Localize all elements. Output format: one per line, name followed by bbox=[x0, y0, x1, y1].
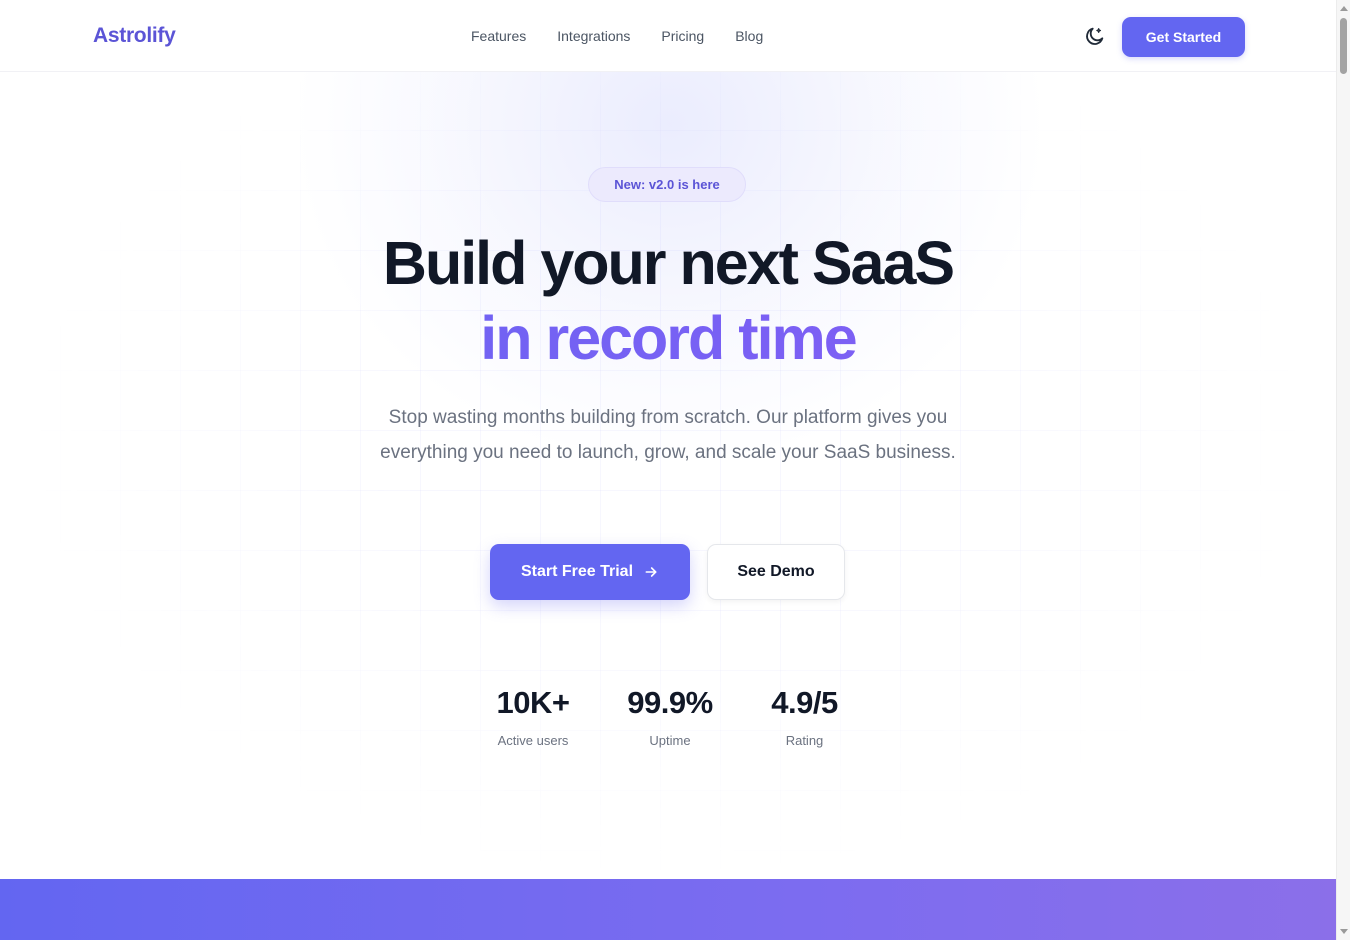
stat-label: Active users bbox=[497, 733, 569, 748]
next-section-band bbox=[0, 879, 1336, 940]
vertical-scrollbar[interactable] bbox=[1336, 0, 1350, 940]
see-demo-button[interactable]: See Demo bbox=[707, 544, 845, 600]
stat-value: 4.9/5 bbox=[771, 685, 838, 720]
stat-label: Rating bbox=[785, 733, 824, 748]
hero-title-line-2: in record time bbox=[0, 308, 1336, 369]
stat-value: 10K+ bbox=[496, 685, 570, 720]
nav-link-integrations[interactable]: Integrations bbox=[557, 28, 630, 44]
start-free-trial-label: Start Free Trial bbox=[520, 563, 634, 580]
start-free-trial-button[interactable]: Start Free Trial bbox=[490, 544, 690, 600]
scroll-down-arrow-icon[interactable] bbox=[1340, 929, 1348, 934]
scroll-up-arrow-icon[interactable] bbox=[1340, 6, 1348, 11]
logo[interactable]: Astrolify bbox=[93, 24, 176, 48]
page: Astrolify Features Integrations Pricing … bbox=[0, 0, 1336, 940]
moon-icon bbox=[1086, 27, 1104, 45]
hero-subtitle: Stop wasting months building from scratc… bbox=[380, 407, 956, 463]
stat-label: Uptime bbox=[649, 733, 691, 748]
version-badge[interactable]: New: v2.0 is here bbox=[588, 167, 746, 202]
stat-value: 99.9% bbox=[627, 685, 713, 720]
stat-uptime: 99.9% Uptime bbox=[610, 685, 730, 748]
nav-link-blog[interactable]: Blog bbox=[735, 28, 763, 44]
stat-rating: 4.9/5 Rating bbox=[752, 685, 857, 748]
site-header: Astrolify Features Integrations Pricing … bbox=[0, 0, 1336, 72]
get-started-button[interactable]: Get Started bbox=[1122, 17, 1245, 57]
main-nav: Features Integrations Pricing Blog bbox=[471, 28, 763, 44]
theme-toggle-button[interactable] bbox=[1084, 25, 1106, 47]
stat-active-users: 10K+ Active users bbox=[478, 685, 588, 748]
hero-title-line-1: Build your next SaaS bbox=[382, 229, 955, 297]
nav-link-features[interactable]: Features bbox=[471, 28, 526, 44]
scrollbar-thumb[interactable] bbox=[1340, 18, 1347, 74]
arrow-right-icon bbox=[645, 567, 657, 577]
nav-link-pricing[interactable]: Pricing bbox=[661, 28, 704, 44]
